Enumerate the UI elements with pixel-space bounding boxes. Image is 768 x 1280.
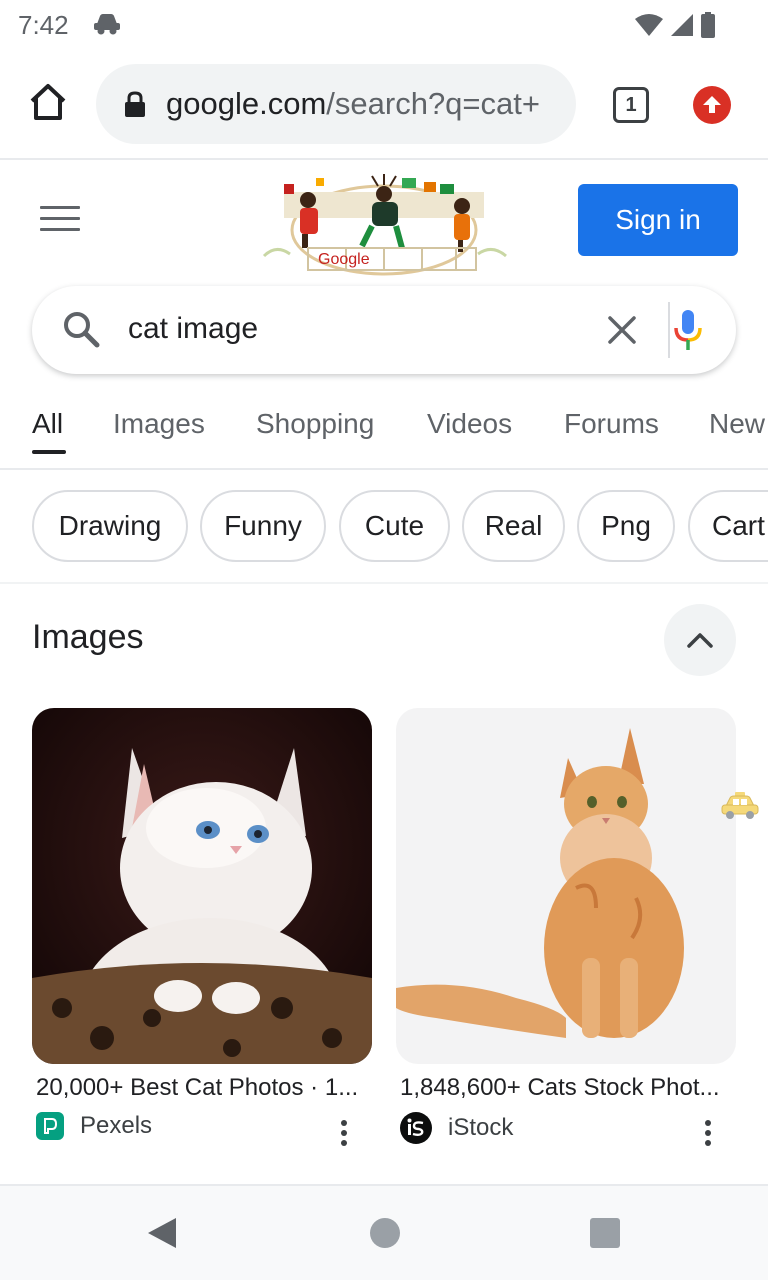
tab-all[interactable]: All <box>32 408 63 440</box>
search-box[interactable]: cat image <box>32 286 736 374</box>
url-domain: google.com <box>166 86 327 121</box>
chevron-up-icon <box>687 633 713 648</box>
browser-toolbar: google.com/search?q=cat+ 1 <box>0 48 768 160</box>
recents-square-icon[interactable] <box>590 1218 620 1248</box>
image-result-thumbnail[interactable] <box>396 708 736 1064</box>
wifi-icon <box>635 14 663 36</box>
lock-icon <box>125 91 145 117</box>
battery-icon <box>701 12 715 38</box>
back-icon[interactable] <box>146 1216 178 1250</box>
chip-cartoon[interactable]: Cart <box>688 490 768 562</box>
status-icons <box>634 12 716 38</box>
search-input[interactable]: cat image <box>128 312 258 346</box>
home-circle-icon[interactable] <box>370 1218 400 1248</box>
cellular-signal-icon <box>671 14 693 36</box>
image-result-title[interactable]: 20,000+ Best Cat Photos · 1... <box>36 1074 368 1102</box>
images-heading: Images <box>32 618 144 656</box>
status-bar: 7:42 <box>0 0 768 48</box>
tab-news[interactable]: New <box>709 408 765 440</box>
chip-funny[interactable]: Funny <box>200 490 326 562</box>
sign-in-button[interactable]: Sign in <box>578 184 738 256</box>
chip-drawing[interactable]: Drawing <box>32 490 188 562</box>
search-divider <box>668 302 670 358</box>
chip-cute[interactable]: Cute <box>339 490 450 562</box>
url-text: google.com/search?q=cat+ <box>166 86 540 122</box>
image-result-title[interactable]: 1,848,600+ Cats Stock Phot... <box>400 1074 732 1102</box>
taxi-icon[interactable] <box>720 790 760 822</box>
tab-switcher-button[interactable]: 1 <box>613 87 649 123</box>
doodle-letters: Google <box>318 251 370 268</box>
google-doodle[interactable]: Google <box>256 170 512 278</box>
address-bar[interactable]: google.com/search?q=cat+ <box>96 64 576 144</box>
tab-forums[interactable]: Forums <box>564 408 659 440</box>
image-result-source[interactable]: iStock <box>400 1112 513 1144</box>
chip-png[interactable]: Png <box>577 490 675 562</box>
source-name: Pexels <box>80 1112 153 1139</box>
tab-images[interactable]: Images <box>113 408 205 440</box>
search-icon[interactable] <box>62 310 100 348</box>
image-result-thumbnail[interactable] <box>32 708 372 1064</box>
clear-icon[interactable] <box>606 314 638 346</box>
pexels-logo-icon <box>36 1112 64 1140</box>
collapse-button[interactable] <box>664 604 736 676</box>
image-result-card[interactable]: 1,848,600+ Cats Stock Phot... iStock <box>396 708 736 1146</box>
home-icon <box>30 84 66 120</box>
image-result-card[interactable]: 20,000+ Best Cat Photos · 1... Pexels <box>32 708 372 1146</box>
refinement-chips: Drawing Funny Cute Real Png Cart <box>0 490 768 564</box>
search-tabs: All Images Shopping Videos Forums New <box>0 400 768 470</box>
tab-videos[interactable]: Videos <box>427 408 512 440</box>
more-options-icon[interactable] <box>340 1120 348 1146</box>
chip-real[interactable]: Real <box>462 490 565 562</box>
incognito-car-icon <box>92 12 122 41</box>
source-name: iStock <box>448 1114 514 1141</box>
url-path: /search?q=cat+ <box>326 86 540 121</box>
istock-logo-icon <box>400 1112 432 1144</box>
status-time: 7:42 <box>18 10 69 40</box>
update-button[interactable] <box>693 86 731 124</box>
section-divider <box>0 582 768 584</box>
home-button[interactable] <box>28 82 68 122</box>
tab-shopping[interactable]: Shopping <box>256 408 374 440</box>
system-navigation-bar <box>0 1186 768 1280</box>
more-options-icon[interactable] <box>704 1120 712 1146</box>
image-result-source[interactable]: Pexels <box>36 1112 152 1140</box>
microphone-icon[interactable] <box>672 308 704 352</box>
hamburger-menu-icon[interactable] <box>40 206 80 234</box>
active-tab-indicator <box>32 450 66 454</box>
update-arrow-icon <box>703 96 721 113</box>
